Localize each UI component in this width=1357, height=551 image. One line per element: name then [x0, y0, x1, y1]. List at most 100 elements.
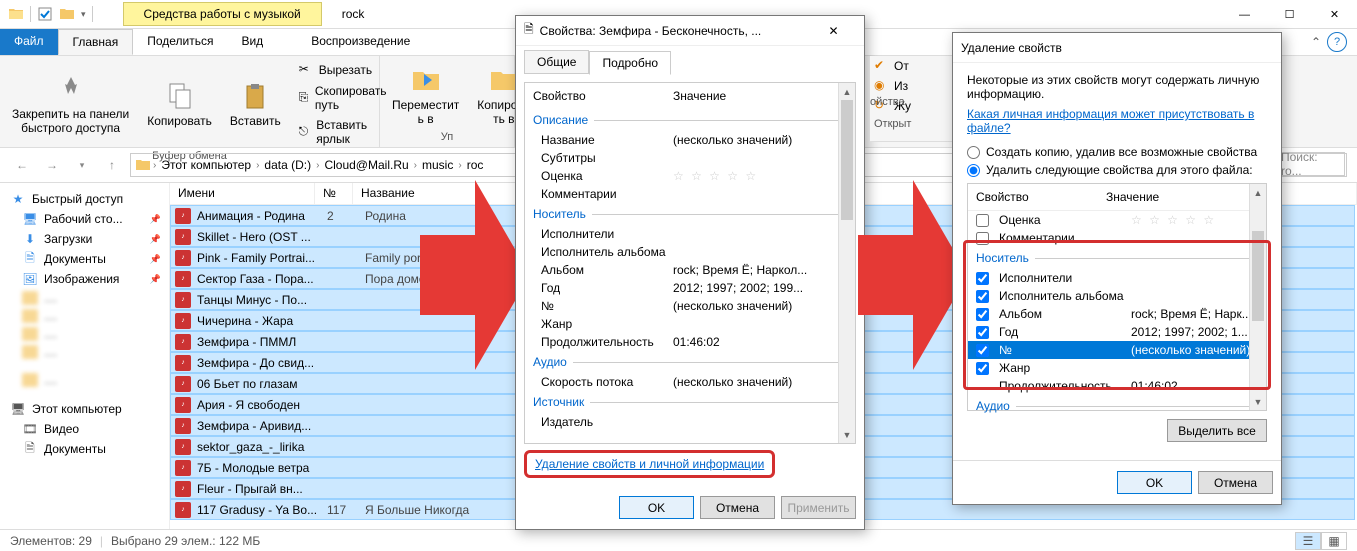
scroll-thumb[interactable]	[1252, 231, 1264, 321]
tab-share[interactable]: Поделиться	[133, 29, 227, 55]
sidebar-thispc[interactable]: 🖥Этот компьютер	[0, 399, 169, 419]
icons-view-icon[interactable]: ▦	[1321, 532, 1347, 550]
radio-remove-selected[interactable]: Удалить следующие свойства для этого фай…	[967, 161, 1267, 179]
scroll-down-icon[interactable]: ▼	[839, 426, 855, 443]
details-view-icon[interactable]: ☰	[1295, 532, 1321, 550]
list-item-album[interactable]: Альбомrock; Время Ё; Нарк...	[968, 305, 1266, 323]
tab-playback[interactable]: Воспроизведение	[297, 29, 424, 55]
radio-input[interactable]	[967, 164, 980, 177]
paste-button[interactable]: Вставить	[226, 60, 285, 148]
column-num[interactable]: №	[315, 183, 353, 204]
invert-button[interactable]: ◉Из	[870, 76, 960, 96]
tab-file[interactable]: Файл	[0, 29, 58, 55]
forward-button[interactable]: →	[40, 153, 64, 177]
header-property: Свойство	[976, 190, 1106, 204]
radio-create-copy[interactable]: Создать копию, удалив все возможные свой…	[967, 143, 1267, 161]
radio-input[interactable]	[967, 146, 980, 159]
collapse-ribbon-icon[interactable]: ⌃	[1311, 35, 1321, 49]
back-button[interactable]: ←	[10, 153, 34, 177]
documents-icon: 🗎	[22, 441, 38, 457]
sidebar-desktop[interactable]: 🖥Рабочий сто...📌	[0, 209, 169, 229]
file-name: Анимация - Родина	[197, 209, 327, 223]
scroll-thumb[interactable]	[841, 100, 853, 220]
check-icon: ✔	[874, 58, 890, 74]
list-item-year[interactable]: Год2012; 1997; 2002; 1...	[968, 323, 1266, 341]
checkbox[interactable]	[976, 344, 989, 357]
list-item-track[interactable]: №(несколько значений)	[968, 341, 1266, 359]
ok-button[interactable]: OK	[1117, 471, 1192, 494]
list-item-artists[interactable]: Исполнители	[968, 269, 1266, 287]
column-name[interactable]: Имени	[170, 183, 315, 204]
checkbox[interactable]	[976, 326, 989, 339]
sidebar-quick-access[interactable]: ★Быстрый доступ	[0, 189, 169, 209]
recent-dropdown[interactable]: ▾	[70, 153, 94, 177]
list-item-comments[interactable]: Комментарии	[968, 229, 1266, 247]
select-all-button[interactable]: Выделить все	[1167, 419, 1267, 442]
tab-view[interactable]: Вид	[227, 29, 277, 55]
folder-icon	[22, 373, 38, 387]
sidebar-videos[interactable]: 🎞Видео	[0, 419, 169, 439]
list-item-album-artist[interactable]: Исполнитель альбома	[968, 287, 1266, 305]
close-button[interactable]: ✕	[1312, 0, 1357, 29]
help-icon[interactable]: ?	[1327, 32, 1347, 52]
info-text: Некоторые из этих свойств могут содержат…	[967, 73, 1267, 107]
remove-properties-link[interactable]: Удаление свойств и личной информации	[533, 455, 766, 473]
list-item-genre[interactable]: Жанр	[968, 359, 1266, 377]
properties-peek: ойства	[870, 96, 905, 108]
sidebar-pictures[interactable]: 🖼Изображения📌	[0, 269, 169, 289]
sidebar-item[interactable]: ....	[0, 343, 169, 361]
scrollbar[interactable]: ▲ ▼	[838, 83, 855, 443]
checkbox[interactable]	[976, 214, 989, 227]
minimize-button[interactable]: —	[1222, 0, 1267, 29]
rating-stars[interactable]: ☆ ☆ ☆ ☆ ☆	[673, 169, 847, 183]
select-button[interactable]: ✔От	[870, 56, 960, 76]
scroll-up-icon[interactable]: ▲	[1250, 184, 1266, 201]
group-media: Носитель	[533, 207, 586, 221]
property-checklist: СвойствоЗначение Оценка☆ ☆ ☆ ☆ ☆ Коммент…	[967, 183, 1267, 411]
annotation-arrow	[420, 180, 530, 370]
close-button[interactable]: ✕	[811, 17, 856, 45]
checkbox[interactable]	[976, 308, 989, 321]
tab-details[interactable]: Подробно	[589, 51, 671, 75]
dialog-titlebar: 🗎 Свойства: Земфира - Бесконечность, ...…	[516, 16, 864, 46]
sidebar-item[interactable]: ....	[0, 325, 169, 343]
cancel-button[interactable]: Отмена	[1198, 471, 1273, 494]
sidebar-documents[interactable]: 🗎Документы📌	[0, 249, 169, 269]
copy-button[interactable]: Копировать	[143, 60, 216, 148]
audio-file-icon: ♪	[175, 397, 191, 413]
pin-icon: 📌	[150, 254, 161, 265]
checkbox[interactable]	[976, 272, 989, 285]
pin-quickaccess-button[interactable]: Закрепить на панели быстрого доступа	[8, 60, 133, 148]
documents-icon: 🗎	[22, 251, 38, 267]
maximize-button[interactable]: ☐	[1267, 0, 1312, 29]
move-to-button[interactable]: Переместит ь в	[388, 60, 463, 129]
tab-home[interactable]: Главная	[58, 29, 134, 55]
sidebar-item[interactable]: ....	[0, 289, 169, 307]
sidebar-item[interactable]: ....	[0, 371, 169, 389]
sidebar-downloads[interactable]: ⬇Загрузки📌	[0, 229, 169, 249]
music-tools-tab[interactable]: Средства работы с музыкой	[123, 2, 322, 26]
info-link[interactable]: Какая личная информация может присутство…	[967, 107, 1267, 143]
sidebar-documents[interactable]: 🗎Документы	[0, 439, 169, 459]
star-icon: ★	[10, 191, 26, 207]
pin-icon: 📌	[150, 234, 161, 245]
list-item-duration[interactable]: Продолжительность01:46:02	[968, 377, 1266, 395]
qat-checkbox-icon[interactable]	[37, 6, 53, 22]
checkbox[interactable]	[976, 290, 989, 303]
audio-file-icon: ♪	[175, 502, 191, 518]
checkbox[interactable]	[976, 232, 989, 245]
sidebar-item[interactable]: ....	[0, 307, 169, 325]
ok-button[interactable]: OK	[619, 496, 694, 519]
checkbox[interactable]	[976, 362, 989, 375]
scroll-up-icon[interactable]: ▲	[839, 83, 855, 100]
scrollbar[interactable]: ▲ ▼	[1249, 184, 1266, 410]
tab-general[interactable]: Общие	[524, 50, 589, 74]
scroll-down-icon[interactable]: ▼	[1250, 393, 1266, 410]
folder-icon[interactable]	[59, 6, 75, 22]
qat-dropdown-icon[interactable]: ▾	[81, 9, 86, 20]
path-icon: ⎘	[299, 90, 311, 106]
status-items: Элементов: 29	[10, 534, 92, 548]
up-button[interactable]: ↑	[100, 153, 124, 177]
list-item-rating[interactable]: Оценка☆ ☆ ☆ ☆ ☆	[968, 211, 1266, 229]
cancel-button[interactable]: Отмена	[700, 496, 775, 519]
